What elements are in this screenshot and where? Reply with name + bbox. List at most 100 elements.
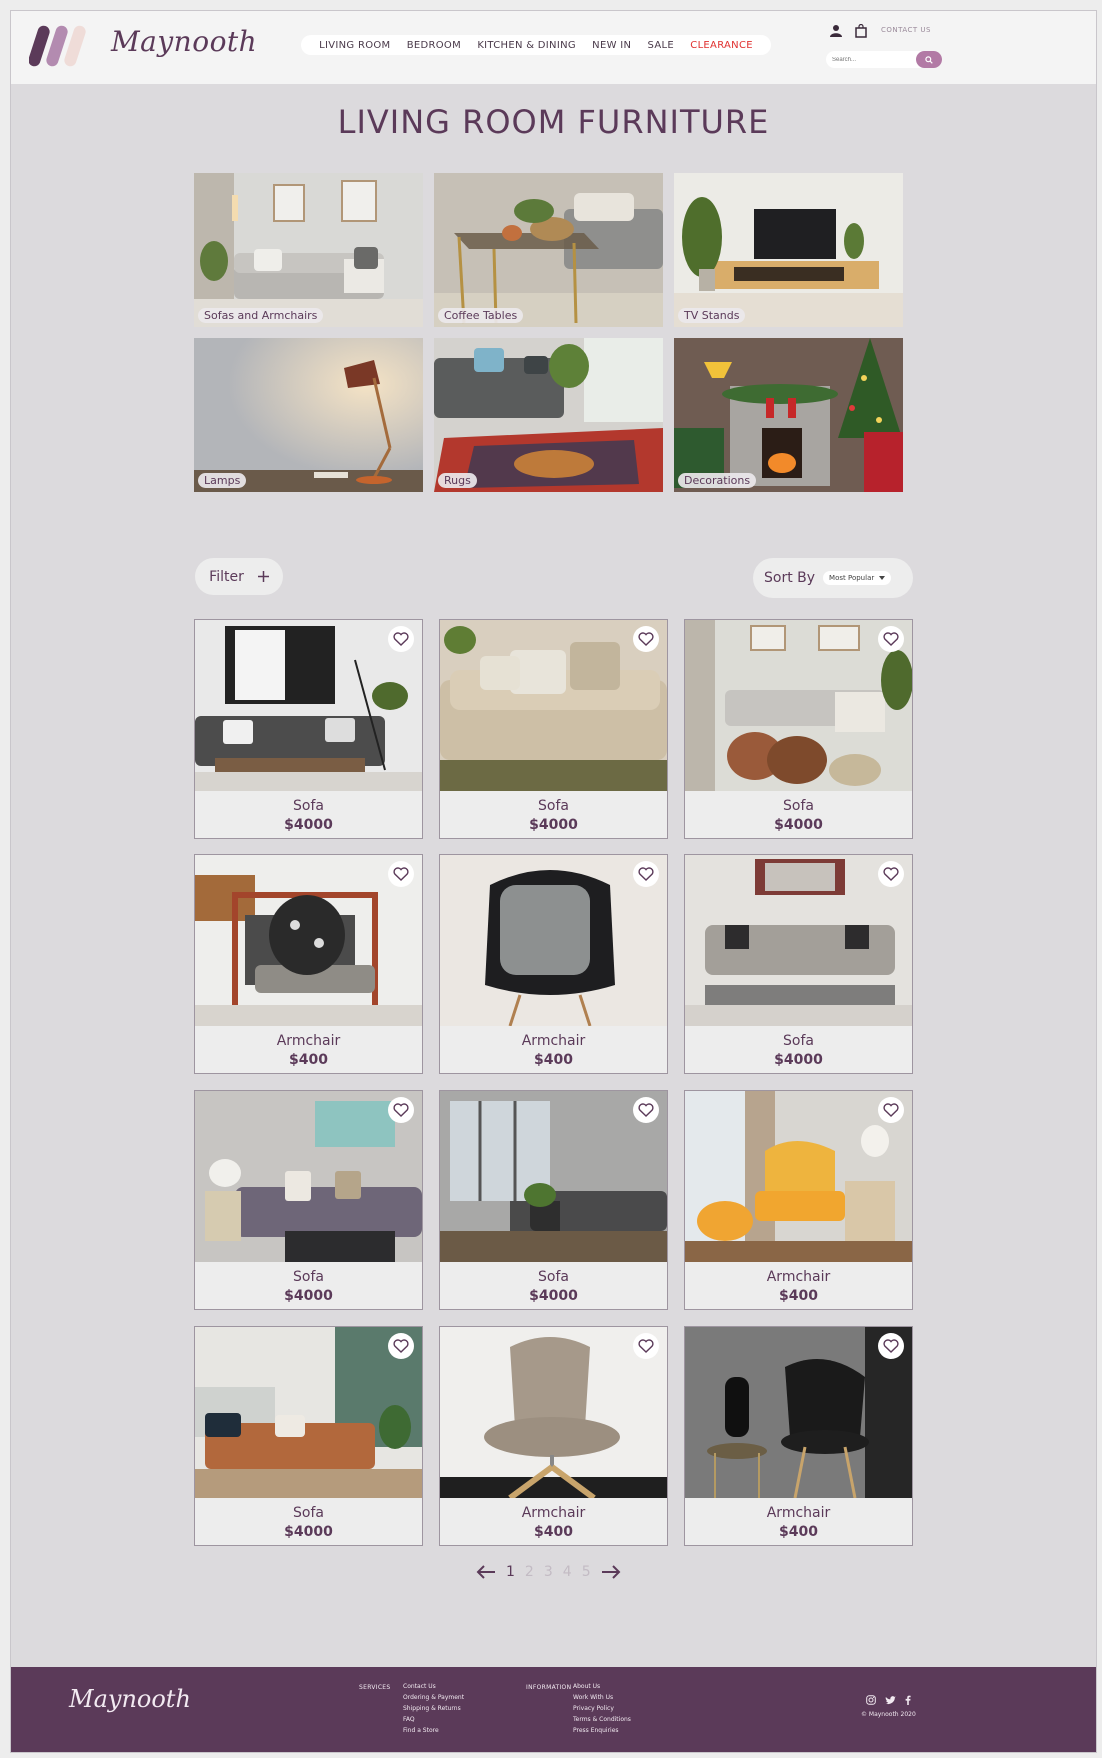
wishlist-button[interactable] <box>388 1097 414 1123</box>
footer-link[interactable]: Privacy Policy <box>573 1703 631 1714</box>
footer-link[interactable]: Find a Store <box>403 1725 464 1736</box>
page-5-link[interactable]: 5 <box>582 1564 591 1580</box>
twitter-icon[interactable] <box>885 1695 896 1705</box>
category-lamps[interactable]: Lamps <box>194 338 423 492</box>
user-icon[interactable] <box>829 24 843 38</box>
footer-link[interactable]: About Us <box>573 1681 631 1692</box>
nav-kitchen-dining[interactable]: KITCHEN & DINING <box>477 40 576 51</box>
product-card[interactable]: Sofa $4000 <box>194 619 423 839</box>
product-card[interactable]: Sofa $4000 <box>439 619 668 839</box>
product-card[interactable]: Armchair $400 <box>194 854 423 1074</box>
product-card[interactable]: Sofa $4000 <box>684 619 913 839</box>
product-card[interactable]: Armchair $400 <box>684 1090 913 1310</box>
product-card[interactable]: Armchair $400 <box>684 1326 913 1546</box>
footer-link[interactable]: Shipping & Returns <box>403 1703 464 1714</box>
category-decorations[interactable]: Decorations <box>674 338 903 492</box>
wishlist-button[interactable] <box>388 626 414 652</box>
wishlist-button[interactable] <box>633 1097 659 1123</box>
caret-down-icon <box>879 576 886 580</box>
product-image <box>685 855 912 1026</box>
product-name: Armchair <box>766 1505 831 1521</box>
product-card[interactable]: Armchair $400 <box>439 1326 668 1546</box>
wishlist-button[interactable] <box>878 1097 904 1123</box>
category-image <box>674 173 903 327</box>
main-nav: LIVING ROOM BEDROOM KITCHEN & DINING NEW… <box>301 35 771 55</box>
heart-icon <box>883 867 899 881</box>
nav-clearance[interactable]: CLEARANCE <box>690 40 753 51</box>
nav-sale[interactable]: SALE <box>648 40 674 51</box>
sort-control: Sort By Most Popular <box>753 558 913 598</box>
footer-link[interactable]: Press Enquiries <box>573 1725 631 1736</box>
footer-logo[interactable]: Maynooth <box>69 1685 191 1713</box>
product-card[interactable]: Sofa $4000 <box>684 854 913 1074</box>
page-3-link[interactable]: 3 <box>544 1564 553 1580</box>
heart-icon <box>883 1339 899 1353</box>
nav-new-in[interactable]: NEW IN <box>592 40 631 51</box>
product-image <box>685 620 912 791</box>
footer-link[interactable]: Ordering & Payment <box>403 1692 464 1703</box>
wishlist-button[interactable] <box>388 1333 414 1359</box>
product-image <box>440 620 667 791</box>
category-image <box>674 338 903 492</box>
product-price: $400 <box>534 1524 573 1540</box>
footer-link[interactable]: Terms & Conditions <box>573 1714 631 1725</box>
product-price: $400 <box>779 1288 818 1304</box>
product-name: Sofa <box>293 1269 324 1285</box>
search-input[interactable] <box>832 53 912 66</box>
search-icon <box>925 55 933 64</box>
product-card[interactable]: Armchair $400 <box>439 854 668 1074</box>
search-button[interactable] <box>916 51 942 68</box>
plus-icon <box>257 571 269 582</box>
footer-information-heading: INFORMATION <box>526 1684 572 1691</box>
product-image <box>440 855 667 1026</box>
page-4-link[interactable]: 4 <box>563 1564 572 1580</box>
product-price: $4000 <box>529 1288 578 1304</box>
brand-logo-mark[interactable] <box>29 23 91 69</box>
arrow-left-icon[interactable] <box>476 1565 496 1579</box>
category-sofas-armchairs[interactable]: Sofas and Armchairs <box>194 173 423 327</box>
footer-link[interactable]: Work With Us <box>573 1692 631 1703</box>
arrow-right-icon[interactable] <box>601 1565 621 1579</box>
product-name: Armchair <box>276 1033 341 1049</box>
product-name: Armchair <box>521 1505 586 1521</box>
category-label: Lamps <box>198 473 247 488</box>
nav-living-room[interactable]: LIVING ROOM <box>319 40 390 51</box>
product-name: Sofa <box>293 798 324 814</box>
brand-logo-text[interactable]: Maynooth <box>111 25 257 58</box>
product-image <box>195 1327 422 1498</box>
shopping-bag-icon[interactable] <box>855 24 867 38</box>
product-price: $400 <box>779 1524 818 1540</box>
product-image <box>685 1327 912 1498</box>
wishlist-button[interactable] <box>878 626 904 652</box>
category-tv-stands[interactable]: TV Stands <box>674 173 903 327</box>
product-price: $4000 <box>774 817 823 833</box>
wishlist-button[interactable] <box>633 861 659 887</box>
footer-link[interactable]: FAQ <box>403 1714 464 1725</box>
page-2-link[interactable]: 2 <box>525 1564 534 1580</box>
page-1-link[interactable]: 1 <box>506 1564 515 1580</box>
wishlist-button[interactable] <box>633 1333 659 1359</box>
instagram-icon[interactable] <box>866 1695 876 1705</box>
category-label: Sofas and Armchairs <box>198 308 324 323</box>
product-name: Armchair <box>766 1269 831 1285</box>
filter-button[interactable]: Filter <box>195 558 283 595</box>
contact-us-link[interactable]: CONTACT US <box>881 26 931 34</box>
nav-bedroom[interactable]: BEDROOM <box>407 40 461 51</box>
wishlist-button[interactable] <box>633 626 659 652</box>
product-card[interactable]: Sofa $4000 <box>194 1326 423 1546</box>
product-name: Sofa <box>783 1033 814 1049</box>
sort-dropdown[interactable]: Most Popular <box>823 571 892 585</box>
category-coffee-tables[interactable]: Coffee Tables <box>434 173 663 327</box>
category-label: TV Stands <box>678 308 746 323</box>
wishlist-button[interactable] <box>878 1333 904 1359</box>
product-price: $4000 <box>529 817 578 833</box>
footer-link[interactable]: Contact Us <box>403 1681 464 1692</box>
product-price: $400 <box>534 1052 573 1068</box>
product-image <box>440 1091 667 1262</box>
category-rugs[interactable]: Rugs <box>434 338 663 492</box>
product-card[interactable]: Sofa $4000 <box>194 1090 423 1310</box>
facebook-icon[interactable] <box>905 1695 911 1705</box>
product-card[interactable]: Sofa $4000 <box>439 1090 668 1310</box>
wishlist-button[interactable] <box>878 861 904 887</box>
wishlist-button[interactable] <box>388 861 414 887</box>
